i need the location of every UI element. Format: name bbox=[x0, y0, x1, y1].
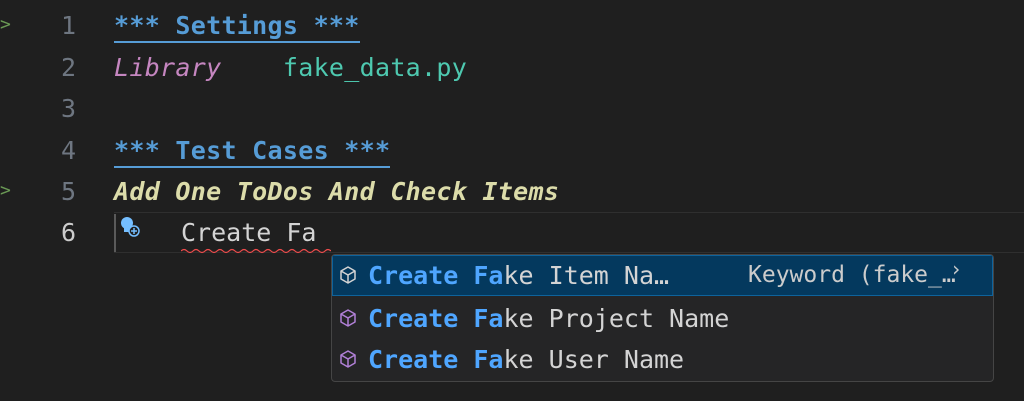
label-rest: ke Project Name bbox=[503, 304, 730, 333]
suggestion-item-selected[interactable]: Create Fake Item Na… Keyword (fake_… › bbox=[332, 255, 993, 296]
suggestion-label: Create Fake User Name bbox=[368, 339, 684, 380]
error-squiggle bbox=[181, 248, 331, 254]
editor-line[interactable]: > 5 Add One ToDos And Check Items bbox=[0, 171, 1024, 212]
editor-line[interactable]: 4 *** Test Cases *** bbox=[0, 130, 1024, 171]
line-number: 2 bbox=[60, 53, 76, 82]
line-number: 4 bbox=[60, 136, 76, 165]
cube-icon bbox=[340, 266, 356, 284]
library-value: fake_data.py bbox=[282, 53, 468, 82]
line-number: 5 bbox=[60, 177, 76, 206]
label-space bbox=[458, 261, 473, 290]
editor-line[interactable]: > 1 *** Settings *** bbox=[0, 5, 1024, 46]
suggestion-label: Create Fake Item Na… bbox=[368, 255, 669, 296]
fold-chevron-icon[interactable]: > bbox=[0, 179, 14, 203]
editor-line-current[interactable]: 6 bbox=[0, 212, 1024, 253]
settings-section-header: *** Settings *** bbox=[114, 11, 360, 43]
test-cases-section-header: *** Test Cases *** bbox=[114, 136, 391, 168]
suggestion-label: Create Fake Project Name bbox=[368, 298, 729, 339]
label-space bbox=[458, 345, 473, 374]
match-text: Create bbox=[368, 261, 459, 290]
test-case-name: Add One ToDos And Check Items bbox=[114, 177, 560, 206]
cube-icon bbox=[340, 350, 356, 368]
suggestion-item[interactable]: Create Fake Project Name bbox=[332, 298, 993, 339]
chevron-right-icon[interactable]: › bbox=[950, 257, 962, 281]
editor-line[interactable]: 3 bbox=[0, 88, 1024, 129]
library-keyword: Library bbox=[114, 53, 222, 82]
line-number: 3 bbox=[60, 94, 76, 123]
suggestion-item[interactable]: Create Fake User Name bbox=[332, 339, 993, 380]
editor-line[interactable]: 2 Library fake_data.py bbox=[0, 47, 1024, 88]
match-text: Fa bbox=[473, 345, 504, 374]
fold-chevron-icon[interactable]: > bbox=[0, 13, 14, 37]
label-rest: ke User Name bbox=[503, 345, 685, 374]
code-text: *** Settings *** bbox=[114, 5, 360, 46]
match-text: Create bbox=[368, 345, 459, 374]
line-number: 1 bbox=[60, 11, 76, 40]
match-text: Create bbox=[368, 304, 459, 333]
suggestion-detail: Keyword (fake_… bbox=[748, 262, 956, 288]
code-text: *** Test Cases *** bbox=[114, 130, 391, 171]
typed-text[interactable]: Create Fa bbox=[181, 212, 316, 253]
match-text: Fa bbox=[473, 304, 504, 333]
match-text: Fa bbox=[473, 261, 504, 290]
autocomplete-widget[interactable]: Create Fake Item Na… Keyword (fake_… › C… bbox=[331, 254, 994, 382]
label-space bbox=[458, 304, 473, 333]
code-text: Library fake_data.py bbox=[114, 47, 467, 88]
line-number: 6 bbox=[60, 218, 76, 247]
code-text: Add One ToDos And Check Items bbox=[114, 171, 559, 212]
label-rest: ke Item Na… bbox=[503, 261, 670, 290]
cube-icon bbox=[340, 309, 356, 327]
code-editor[interactable]: > 1 *** Settings *** 2 Library fake_data… bbox=[0, 0, 1024, 401]
lightbulb-icon[interactable] bbox=[119, 215, 141, 239]
indent-guide bbox=[114, 214, 116, 252]
